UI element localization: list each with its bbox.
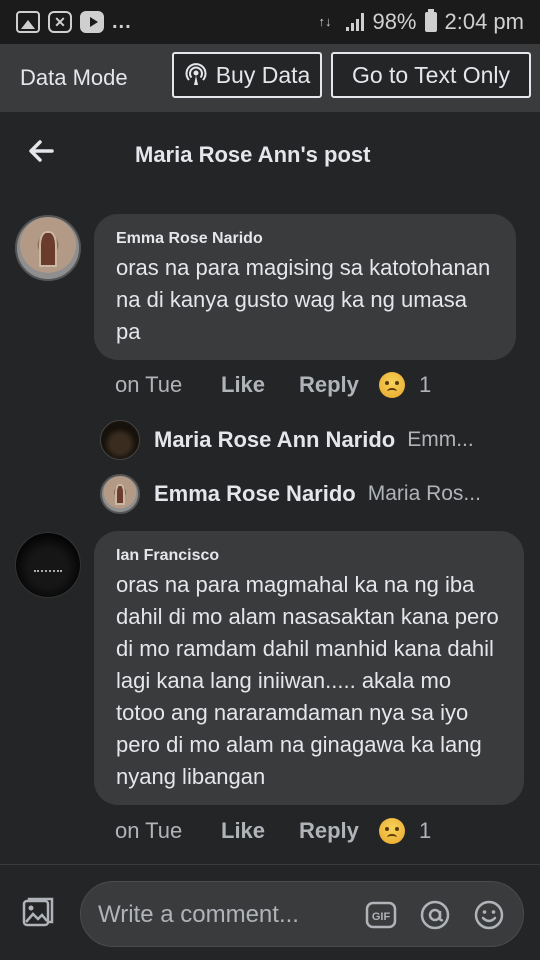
buy-data-button[interactable]: Buy Data [172,52,322,98]
reply-preview[interactable]: Maria Rose Ann Narido Emm... [100,420,530,460]
back-arrow-icon[interactable] [26,136,56,166]
emoji-icon[interactable] [473,899,505,931]
photo-icon[interactable] [20,895,56,931]
buy-data-label: Buy Data [215,61,311,88]
text-only-button[interactable]: Go to Text Only [331,52,531,98]
comment-actions: on Tue Like Reply 1 [115,372,431,398]
comment-author[interactable]: Ian Francisco [116,547,504,565]
comment-placeholder: Write a comment... [98,901,299,928]
comment-time: on Tue [115,818,183,843]
comment-time: on Tue [115,372,183,397]
sad-reaction-icon[interactable] [379,372,405,398]
svg-text:GIF: GIF [372,911,391,923]
avatar[interactable] [15,532,81,598]
reply-snippet: Maria Ros... [367,482,481,505]
avatar[interactable] [15,215,81,281]
reaction-count: 1 [419,818,432,843]
comment-text: oras na para magising sa katotohanan na … [116,255,491,344]
clock: 2:04 pm [444,9,525,34]
comment-bubble[interactable]: Ian Francisco oras na para magmahal ka n… [94,531,524,805]
battery-icon [424,9,437,32]
comment-composer: Write a comment... GIF [0,864,540,960]
comment-input[interactable]: Write a comment... GIF [80,881,524,947]
reply-snippet: Emm... [407,428,474,451]
page-title: Maria Rose Ann's post [135,142,371,167]
gif-icon[interactable]: GIF [365,899,397,931]
notification-icons: ✕ ... [16,11,132,34]
comment-text: oras na para magmahal ka na ng iba dahil… [116,572,499,789]
battery-percent: 98% [372,9,417,34]
capcut-icon: ✕ [48,11,72,33]
data-mode-label: Data Mode [20,65,128,90]
status-bar: ✕ ... ↑↓ 98% 2:04 pm [0,0,540,44]
reaction-count: 1 [419,372,432,397]
mention-icon[interactable] [419,899,451,931]
reply-author[interactable]: Emma Rose Narido [154,481,356,507]
like-button[interactable]: Like [221,372,299,398]
reply-author[interactable]: Maria Rose Ann Narido [154,427,395,453]
sad-reaction-icon[interactable] [379,818,405,844]
youtube-icon [80,11,104,33]
avatar[interactable] [100,420,140,460]
reply-button[interactable]: Reply [299,372,379,398]
comment-author[interactable]: Emma Rose Narido [116,230,496,248]
more-notifications: ... [112,10,132,33]
broadcast-icon [185,63,207,85]
post-header: Maria Rose Ann's post [0,112,540,198]
like-button[interactable]: Like [221,818,299,844]
gallery-icon [16,11,40,33]
network-icon: ↑↓ [318,14,332,29]
avatar[interactable] [100,474,140,514]
signal-icon [346,13,365,31]
comment-bubble[interactable]: Emma Rose Narido oras na para magising s… [94,214,516,360]
reply-button[interactable]: Reply [299,818,379,844]
reply-preview[interactable]: Emma Rose Narido Maria Ros... [100,474,530,514]
comment-actions: on Tue Like Reply 1 [115,818,431,844]
